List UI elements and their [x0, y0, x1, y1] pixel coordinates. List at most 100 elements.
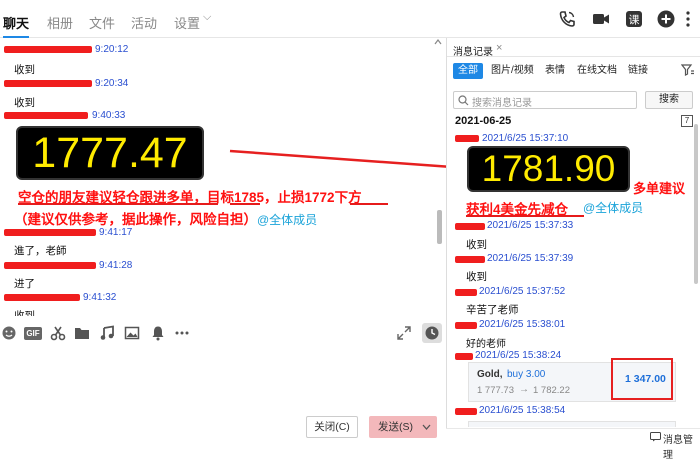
top-nav-bar: 聊天 相册 文件 活动 设置 ⌵ 课	[0, 0, 700, 38]
card-symbol: Gold,	[477, 369, 503, 380]
arrow-right-icon: →	[519, 384, 529, 395]
highlight-underline	[18, 203, 218, 205]
close-button[interactable]: 关闭(C)	[306, 416, 358, 438]
message-time: 9:41:28	[99, 260, 133, 271]
partial-card	[468, 421, 676, 427]
message-text: 收到	[14, 97, 35, 109]
history-clock-icon[interactable]	[422, 323, 442, 343]
more-icon[interactable]	[680, 9, 696, 29]
card-action: buy 3.00	[507, 369, 546, 380]
history-search-button[interactable]: 搜索	[645, 91, 693, 109]
message-text: 进了	[14, 278, 35, 290]
message-manage-link[interactable]: 消息管理	[663, 431, 700, 461]
message-text: 收到	[14, 310, 35, 316]
long-suggestion-text: 多单建议	[633, 181, 686, 196]
history-time: 2021/6/25 15:37:52	[479, 286, 566, 297]
redacted-sender	[455, 289, 477, 296]
history-message-text: 辛苦了老师	[466, 304, 519, 316]
history-close-icon[interactable]: ×	[496, 42, 502, 54]
search-placeholder: 搜索消息记录	[472, 98, 532, 109]
tab-album[interactable]: 相册	[47, 13, 73, 32]
folder-icon[interactable]	[74, 325, 90, 341]
profit-highlight-box: 1 347.00	[611, 358, 673, 400]
history-time: 2021/6/25 15:37:39	[487, 253, 574, 264]
history-tab-stickers[interactable]: 表情	[545, 63, 565, 79]
redacted-sender	[4, 294, 80, 301]
tab-chat[interactable]: 聊天	[3, 13, 29, 32]
tab-settings[interactable]: 设置	[174, 13, 200, 32]
card-profit: 1 347.00	[625, 373, 666, 385]
history-time: 2021/6/25 15:38:01	[479, 319, 566, 330]
history-footer: 消息管理	[446, 428, 700, 461]
divider	[447, 56, 700, 57]
redacted-sender	[455, 353, 473, 360]
chat-scrollbar[interactable]	[437, 210, 442, 244]
lesson-icon[interactable]: 课	[624, 9, 644, 29]
mention-all[interactable]: @全体成员	[257, 213, 317, 227]
history-search-input[interactable]: 搜索消息记录	[453, 91, 637, 109]
search-icon	[458, 95, 469, 106]
svg-text:课: 课	[629, 14, 640, 27]
message-time: 9:40:33	[92, 110, 126, 121]
message-time: 9:20:12	[95, 44, 129, 55]
redacted-sender	[455, 322, 477, 329]
risk-disclaimer-label: （建议仅供参考，据此操作，风险自担）	[14, 212, 257, 227]
settings-chevron-icon[interactable]: ⌵	[203, 11, 211, 24]
redacted-sender	[4, 46, 92, 53]
message-time: 9:20:34	[95, 78, 129, 89]
phone-call-icon[interactable]	[557, 9, 577, 29]
highlight-underline	[230, 203, 260, 205]
risk-disclaimer-text: （建议仅供参考，据此操作，风险自担）@全体成员	[14, 208, 317, 228]
gif-icon[interactable]: GIF	[24, 327, 42, 340]
filter-icon[interactable]	[681, 63, 695, 77]
image-icon[interactable]	[124, 325, 140, 341]
send-button-label: 发送(S)	[378, 421, 413, 433]
history-message-text: 收到	[466, 239, 487, 251]
card-open-price: 1 777.73	[477, 385, 514, 396]
tab-activity[interactable]: 活动	[131, 13, 157, 32]
history-tab-links[interactable]: 链接	[628, 63, 648, 79]
redacted-sender	[455, 223, 485, 230]
calendar-icon[interactable]: 7	[681, 115, 693, 127]
history-scrollbar[interactable]	[694, 124, 698, 284]
highlight-underline	[466, 215, 584, 217]
music-icon[interactable]	[99, 325, 115, 341]
redacted-sender	[4, 229, 96, 236]
active-tab-underline	[3, 36, 29, 38]
redacted-sender	[455, 256, 485, 263]
redacted-sender	[455, 135, 479, 142]
send-options-chevron-icon[interactable]	[422, 423, 431, 431]
message-manage-icon	[650, 432, 661, 442]
add-icon[interactable]	[656, 9, 676, 29]
price-image-main[interactable]: 1777.47	[16, 126, 204, 180]
history-message-text: 收到	[466, 271, 487, 283]
history-tab-docs[interactable]: 在线文档	[577, 63, 617, 79]
price-image-history[interactable]: 1781.90	[467, 146, 630, 192]
history-time: 2021/6/25 15:37:33	[487, 220, 574, 231]
history-date: 2021-06-25	[455, 115, 512, 127]
card-close-price: 1 782.22	[533, 385, 570, 396]
input-toolbar: GIF	[0, 318, 446, 348]
scissors-icon[interactable]	[50, 325, 66, 341]
more-tools-icon[interactable]	[174, 325, 190, 341]
video-call-icon[interactable]	[591, 9, 611, 29]
history-time: 2021/6/25 15:37:10	[482, 133, 569, 144]
redacted-sender	[4, 80, 92, 87]
history-tab-row: 全部 图片/视频 表情 在线文档 链接	[447, 60, 700, 82]
tab-files[interactable]: 文件	[89, 13, 115, 32]
message-text: 進了，老師	[14, 245, 67, 257]
message-text: 收到	[14, 64, 35, 76]
scroll-up-icon[interactable]	[434, 38, 442, 46]
emoji-icon[interactable]	[1, 325, 17, 341]
history-mention-all[interactable]: @全体成员	[583, 199, 643, 216]
redacted-sender	[4, 262, 96, 269]
message-time: 9:41:32	[83, 292, 117, 303]
redacted-sender	[455, 408, 477, 415]
expand-icon[interactable]	[396, 325, 412, 341]
history-time: 2021/6/25 15:38:54	[479, 405, 566, 416]
message-time: 9:41:17	[99, 227, 133, 238]
history-tab-media[interactable]: 图片/视频	[491, 63, 534, 79]
redacted-sender	[4, 112, 88, 119]
bell-icon[interactable]	[150, 325, 166, 341]
history-tab-all[interactable]: 全部	[453, 63, 483, 79]
